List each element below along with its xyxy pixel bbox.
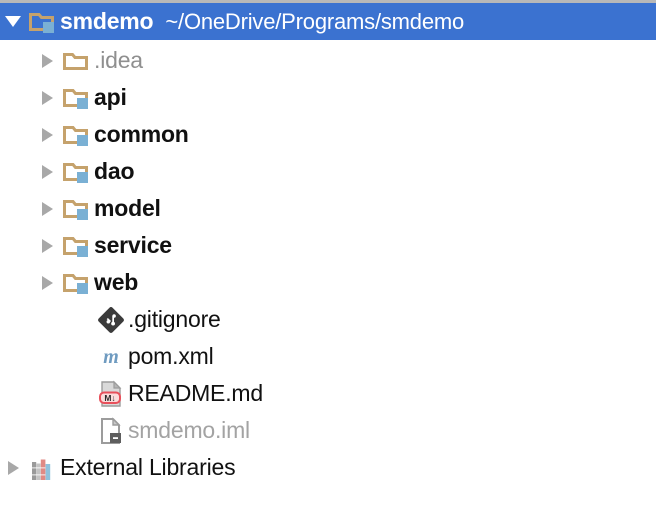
git-file-icon bbox=[94, 305, 128, 335]
tree-item-label: web bbox=[94, 269, 139, 295]
folder-icon bbox=[60, 46, 94, 76]
svg-text:m: m bbox=[103, 346, 119, 368]
module-folder-icon bbox=[60, 157, 94, 187]
tree-item-label: smdemo.iml bbox=[128, 417, 250, 443]
tree-item-label: README.md bbox=[128, 380, 263, 406]
library-books-icon bbox=[26, 453, 60, 483]
tree-indent-spacer bbox=[68, 301, 94, 338]
tree-item-label: model bbox=[94, 195, 161, 221]
tree-row-smdemo-iml[interactable]: smdemo.iml bbox=[0, 412, 656, 449]
module-folder-icon bbox=[60, 83, 94, 113]
svg-text:M↓: M↓ bbox=[104, 393, 115, 403]
module-folder-icon bbox=[60, 120, 94, 150]
chevron-right-icon[interactable] bbox=[34, 42, 60, 79]
tree-row-model[interactable]: model bbox=[0, 190, 656, 227]
tree-item-label: pom.xml bbox=[128, 343, 214, 369]
tree-row-project-root[interactable]: smdemo ~/OneDrive/Programs/smdemo bbox=[0, 3, 656, 40]
tree-row-api[interactable]: api bbox=[0, 79, 656, 116]
tree-indent-spacer bbox=[68, 338, 94, 375]
tree-row-web[interactable]: web bbox=[0, 264, 656, 301]
tree-row-service[interactable]: service bbox=[0, 227, 656, 264]
chevron-right-icon[interactable] bbox=[34, 79, 60, 116]
tree-row-dao[interactable]: dao bbox=[0, 153, 656, 190]
chevron-right-icon[interactable] bbox=[0, 449, 26, 486]
module-folder-icon bbox=[60, 268, 94, 298]
tree-row-external-libraries[interactable]: External Libraries bbox=[0, 449, 656, 486]
tree-indent-spacer bbox=[68, 375, 94, 412]
tree-row-pom-xml[interactable]: m pom.xml bbox=[0, 338, 656, 375]
tree-row-gitignore[interactable]: .gitignore bbox=[0, 301, 656, 338]
tree-row-idea[interactable]: .idea bbox=[0, 42, 656, 79]
chevron-right-icon[interactable] bbox=[34, 227, 60, 264]
chevron-right-icon[interactable] bbox=[34, 153, 60, 190]
tree-item-label: service bbox=[94, 232, 172, 258]
tree-indent-spacer bbox=[68, 412, 94, 449]
maven-file-icon: m bbox=[94, 342, 128, 372]
tree-item-label: smdemo bbox=[60, 7, 154, 34]
tree-item-label: common bbox=[94, 121, 189, 147]
module-folder-icon bbox=[26, 7, 60, 37]
chevron-down-icon[interactable] bbox=[0, 3, 26, 40]
project-path-label: ~/OneDrive/Programs/smdemo bbox=[165, 8, 465, 34]
project-tool-window: smdemo ~/OneDrive/Programs/smdemo .idea … bbox=[0, 0, 656, 528]
chevron-right-icon[interactable] bbox=[34, 264, 60, 301]
tree-item-label: api bbox=[94, 84, 127, 110]
markdown-file-icon: M↓ bbox=[94, 379, 128, 409]
tree-row-common[interactable]: common bbox=[0, 116, 656, 153]
chevron-right-icon[interactable] bbox=[34, 116, 60, 153]
iml-file-icon bbox=[94, 416, 128, 446]
tree-item-label: .idea bbox=[94, 47, 143, 73]
module-folder-icon bbox=[60, 194, 94, 224]
tree-row-readme-md[interactable]: M↓ README.md bbox=[0, 375, 656, 412]
module-folder-icon bbox=[60, 231, 94, 261]
tree-item-label: dao bbox=[94, 158, 135, 184]
chevron-right-icon[interactable] bbox=[34, 190, 60, 227]
tree-item-label: .gitignore bbox=[128, 306, 221, 332]
tree-item-label: External Libraries bbox=[60, 454, 236, 480]
